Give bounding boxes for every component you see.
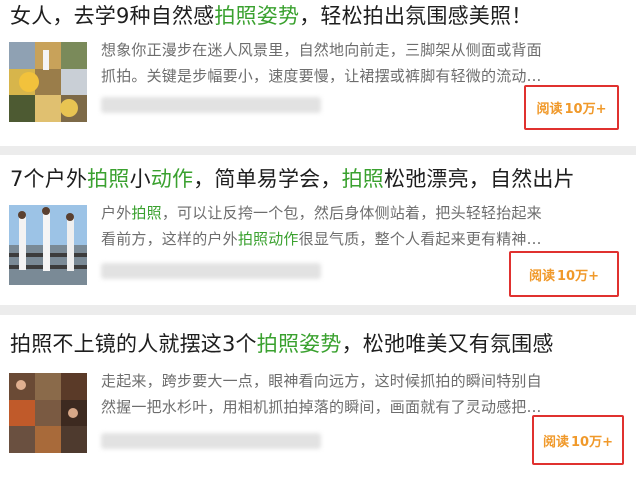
article-description: 走起来，跨步要大一点，眼神看向远方，这时候抓拍的瞬间特别自 然握一把水杉叶，用相… bbox=[101, 372, 542, 416]
article-card-1[interactable]: 女人，去学9种自然感拍照姿势，轻松拍出氛围感美照！ 想象你正漫步在迷人风景里，自… bbox=[0, 0, 636, 146]
article-thumbnail[interactable] bbox=[9, 373, 87, 453]
article-title[interactable]: 女人，去学9种自然感拍照姿势，轻松拍出氛围感美照！ bbox=[10, 2, 532, 30]
source-info-blurred bbox=[101, 97, 321, 113]
article-thumbnail[interactable] bbox=[9, 205, 87, 285]
read-count-badge: 阅读 10万+ bbox=[532, 415, 624, 465]
article-title[interactable]: 7个户外拍照小动作，简单易学会，拍照松弛漂亮，自然出片 bbox=[10, 165, 575, 193]
article-card-2[interactable]: 7个户外拍照小动作，简单易学会，拍照松弛漂亮，自然出片 户外拍照，可以让反挎一个… bbox=[0, 155, 636, 305]
article-description: 想象你正漫步在迷人风景里，自然地向前走，三脚架从侧面或背面 抓拍。关键是步幅要小… bbox=[101, 41, 542, 85]
source-info-blurred bbox=[101, 263, 321, 279]
article-card-3[interactable]: 拍照不上镜的人就摆这3个拍照姿势，松弛唯美又有氛围感 走起来，跨步要大一点，眼神… bbox=[0, 315, 636, 499]
source-info-blurred bbox=[101, 433, 321, 449]
read-count-badge: 阅读 10万+ bbox=[509, 251, 619, 297]
article-title[interactable]: 拍照不上镜的人就摆这3个拍照姿势，松弛唯美又有氛围感 bbox=[10, 330, 554, 358]
article-thumbnail[interactable] bbox=[9, 42, 87, 122]
read-count-badge: 阅读 10万+ bbox=[524, 85, 619, 130]
article-description: 户外拍照，可以让反挎一个包，然后身体侧站着，把头轻轻抬起来 看前方，这样的户外拍… bbox=[101, 204, 542, 248]
